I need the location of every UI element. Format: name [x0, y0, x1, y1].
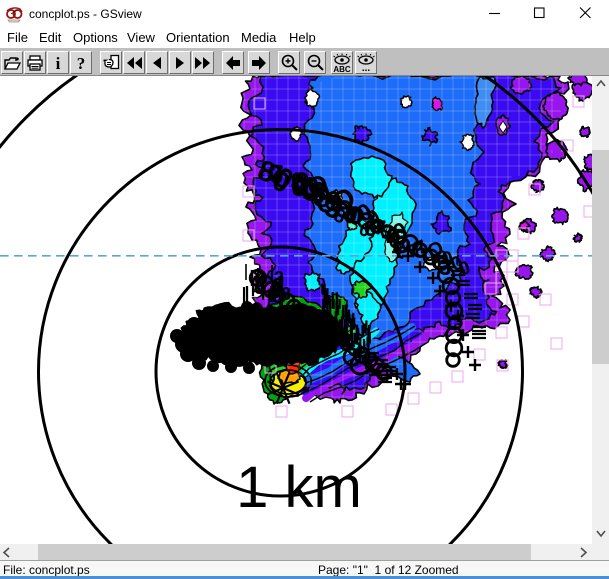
svg-text:...: ...: [362, 63, 371, 73]
svg-text:1 km: 1 km: [236, 455, 362, 520]
svg-text:ABC: ABC: [333, 65, 351, 73]
svg-text:i: i: [56, 54, 61, 73]
svg-text:?: ?: [77, 54, 86, 73]
